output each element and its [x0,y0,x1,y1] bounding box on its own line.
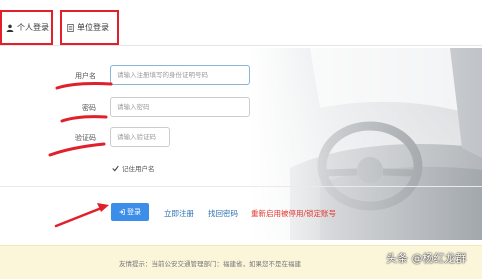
form-divider [0,186,482,187]
tab-personal-label: 个人登录 [17,23,49,32]
tab-personal-login[interactable]: 个人登录 [0,10,53,45]
red-underline-password [60,115,108,123]
notice-text: 友情提示：当前公安交通管理部门：福建省，如果您不是在福建 [119,260,301,268]
tab-unit-label: 单位登录 [77,23,109,32]
recover-password-link[interactable]: 找回密码 [208,208,238,219]
password-input[interactable] [110,97,250,117]
notice-bar: 友情提示：当前公安交通管理部门：福建省，如果您不是在福建 [0,245,482,279]
remember-username-checkbox[interactable]: 记住用户名 [112,163,155,173]
tab-divider [0,45,482,46]
user-icon [6,24,14,32]
login-button[interactable]: 登录 [111,203,149,221]
tab-unit-login[interactable]: 单位登录 [60,10,119,45]
red-underline-captcha [48,142,106,157]
remember-label: 记住用户名 [122,165,155,173]
reactivate-account-link[interactable]: 重新启用被停用/锁定账号 [251,208,336,219]
checkmark-icon [112,165,119,171]
username-input[interactable] [110,65,250,85]
register-link[interactable]: 立即注册 [164,208,194,219]
password-label: 密码 [82,104,96,112]
login-button-label: 登录 [127,208,141,216]
captcha-input[interactable] [110,127,170,147]
login-icon [119,209,125,215]
document-icon [67,23,74,32]
captcha-label: 验证码 [75,134,96,142]
username-label: 用户名 [75,72,96,80]
